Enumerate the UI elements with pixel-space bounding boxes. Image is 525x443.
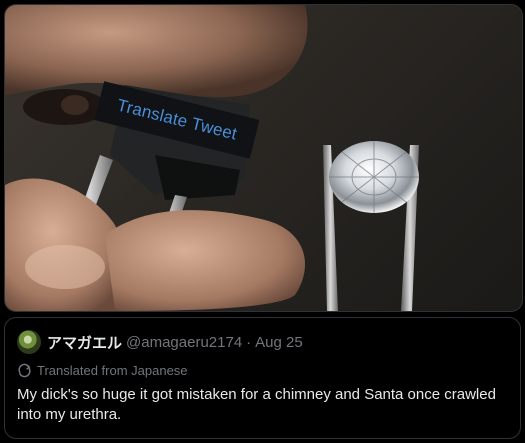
meme-screenshot: Translate Tweet アマガエル @amagaeru2174 · Au…: [0, 0, 525, 443]
tweet-date[interactable]: Aug 25: [255, 334, 303, 351]
separator-dot: ·: [246, 333, 252, 351]
user-handle[interactable]: @amagaeru2174: [126, 334, 242, 351]
translated-indicator: Translated from Japanese: [17, 361, 188, 379]
face-shape: [5, 5, 308, 98]
quoted-tweet-card[interactable]: アマガエル @amagaeru2174 · Aug 25 Translated …: [4, 317, 521, 439]
tweet-text: My dick's so huge it got mistaken for a …: [17, 386, 496, 423]
translated-from-label: Translated from Japanese: [37, 362, 188, 378]
display-name[interactable]: アマガエル: [47, 332, 122, 353]
photo-illustration: [5, 5, 419, 311]
jeweler-photo: Translate Tweet: [4, 4, 523, 312]
avatar[interactable]: [17, 330, 41, 354]
finger-shape: [105, 210, 305, 311]
iris-shape: [61, 95, 89, 115]
diamond-facets: [329, 141, 419, 213]
fingernail-shape: [25, 245, 105, 289]
translate-icon: [18, 363, 31, 377]
tweet-header: アマガエル @amagaeru2174 · Aug 25: [17, 330, 303, 354]
hand-shape: [5, 178, 124, 311]
